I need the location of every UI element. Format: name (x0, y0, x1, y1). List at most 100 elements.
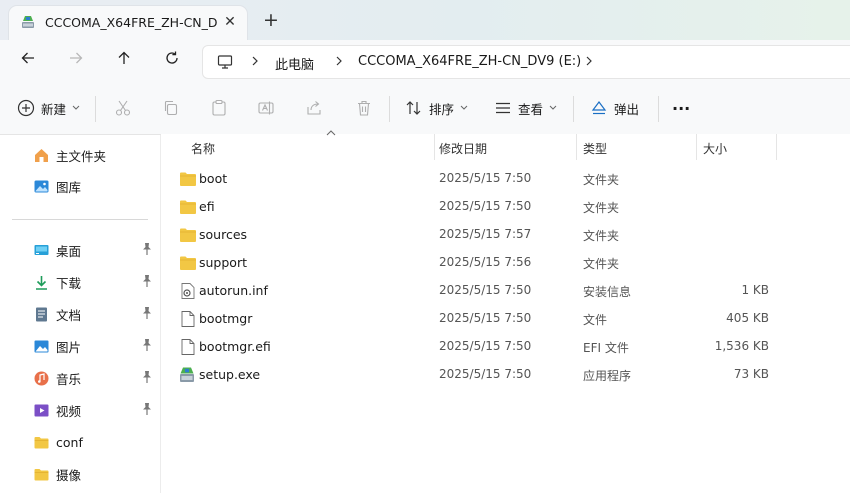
arrow-up-icon (118, 51, 130, 64)
copy-button[interactable] (162, 96, 180, 120)
chevron-right-icon[interactable] (249, 54, 261, 68)
sidebar-item-home[interactable]: 主文件夹 (33, 144, 158, 166)
paste-button[interactable] (210, 96, 228, 120)
home-icon (33, 147, 50, 164)
column-header-type[interactable]: 类型 (577, 134, 695, 160)
pin-icon[interactable] (141, 338, 153, 352)
folder-icon (180, 256, 196, 270)
toolbar-divider (658, 96, 659, 122)
new-button-label: 新建 (41, 101, 67, 117)
trash-icon (358, 100, 370, 116)
column-header-size[interactable]: 大小 (697, 134, 777, 160)
share-icon (307, 101, 321, 115)
chevron-right-icon[interactable] (333, 54, 345, 68)
sidebar-item-label: 下载 (56, 275, 82, 291)
gallery-icon (33, 178, 50, 195)
view-button-label: 查看 (518, 101, 544, 117)
tab-drive[interactable]: CCCOMA_X64FRE_ZH-CN_DV9 ✕ (9, 6, 247, 40)
pin-icon[interactable] (141, 242, 153, 256)
file-size: 1 KB (741, 283, 769, 297)
file-row[interactable]: setup.exe 2025/5/15 7:50 应用程序 73 KB (173, 361, 793, 389)
desktop-icon (33, 242, 50, 259)
sidebar-item-music[interactable]: 音乐 (33, 367, 158, 389)
file-name: bootmgr (199, 311, 253, 326)
breadcrumb-this-pc[interactable]: 此电脑 (275, 54, 314, 73)
file-date: 2025/5/15 7:50 (439, 339, 532, 353)
file-name: boot (199, 171, 228, 186)
sidebar-item-label: 图库 (56, 179, 82, 195)
chevron-right-icon[interactable] (583, 54, 595, 68)
pin-icon[interactable] (141, 306, 153, 320)
sidebar-item-label: 主文件夹 (56, 148, 107, 164)
sidebar-item-documents[interactable]: 文档 (33, 303, 158, 325)
sidebar-item-downloads[interactable]: 下载 (33, 271, 158, 293)
settings-file-icon (181, 283, 195, 299)
delete-button[interactable] (355, 96, 373, 120)
column-divider[interactable] (776, 134, 777, 160)
file-name: sources (199, 227, 248, 242)
sidebar-item-camera[interactable]: 摄像 (33, 463, 158, 485)
folder-icon (180, 228, 196, 242)
eject-button[interactable]: 弹出 (590, 96, 639, 120)
file-row[interactable]: efi 2025/5/15 7:50 文件夹 (173, 193, 793, 221)
sidebar-item-gallery[interactable]: 图库 (33, 175, 158, 197)
up-button[interactable] (112, 50, 136, 72)
new-tab-button[interactable]: + (261, 11, 281, 31)
folder-icon (180, 200, 196, 214)
file-row[interactable]: support 2025/5/15 7:56 文件夹 (173, 249, 793, 277)
sidebar-item-label: 音乐 (56, 371, 82, 387)
download-icon (33, 274, 50, 291)
toolbar-divider (95, 96, 96, 122)
more-options-button[interactable]: ··· (672, 96, 690, 120)
column-header-name[interactable]: 名称 (183, 130, 428, 160)
forward-button[interactable] (64, 50, 88, 72)
sort-button[interactable]: 排序 (405, 96, 468, 120)
sort-ascending-icon (326, 130, 336, 136)
music-icon (33, 370, 50, 387)
column-header-label: 名称 (191, 142, 216, 156)
pin-icon[interactable] (141, 370, 153, 384)
view-button[interactable]: 查看 (494, 96, 557, 120)
eject-button-label: 弹出 (614, 101, 640, 117)
video-icon (33, 402, 50, 419)
file-explorer-window: CCCOMA_X64FRE_ZH-CN_DV9 ✕ + 此电脑 CCCOMA_X… (0, 0, 850, 493)
computer-icon (217, 55, 233, 69)
more-icon: ··· (672, 98, 691, 118)
file-row[interactable]: bootmgr.efi 2025/5/15 7:50 EFI 文件 1,536 … (173, 333, 793, 361)
new-button[interactable]: 新建 (17, 96, 80, 120)
file-name: setup.exe (199, 367, 261, 382)
breadcrumb-drive[interactable]: CCCOMA_X64FRE_ZH-CN_DV9 (E:) (358, 54, 581, 69)
refresh-button[interactable] (160, 50, 184, 72)
file-date: 2025/5/15 7:50 (439, 311, 532, 325)
rename-button[interactable] (257, 96, 275, 120)
file-row[interactable]: sources 2025/5/15 7:57 文件夹 (173, 221, 793, 249)
sort-button-label: 排序 (429, 101, 455, 117)
file-row[interactable]: bootmgr 2025/5/15 7:50 文件 405 KB (173, 305, 793, 333)
pin-icon[interactable] (141, 402, 153, 416)
file-type: 安装信息 (583, 285, 632, 299)
file-row[interactable]: autorun.inf 2025/5/15 7:50 安装信息 1 KB (173, 277, 793, 305)
sidebar-item-pictures[interactable]: 图片 (33, 335, 158, 357)
toolbar-divider (573, 96, 574, 122)
file-date: 2025/5/15 7:56 (439, 255, 532, 269)
navigation-bar: 此电脑 CCCOMA_X64FRE_ZH-CN_DV9 (E:) (0, 40, 850, 82)
tab-close-button[interactable]: ✕ (221, 13, 239, 31)
folder-icon (33, 466, 50, 483)
file-type: 文件夹 (583, 257, 620, 271)
file-name: bootmgr.efi (199, 339, 271, 354)
sidebar-item-desktop[interactable]: 桌面 (33, 239, 158, 261)
cut-button[interactable] (114, 96, 132, 120)
file-row[interactable]: boot 2025/5/15 7:50 文件夹 (173, 165, 793, 193)
file-size: 1,536 KB (714, 339, 769, 353)
back-button[interactable] (16, 50, 40, 72)
address-bar[interactable]: 此电脑 CCCOMA_X64FRE_ZH-CN_DV9 (E:) (202, 45, 850, 79)
sidebar-item-conf[interactable]: conf (33, 431, 158, 453)
arrow-left-icon (21, 52, 34, 64)
folder-icon (33, 434, 50, 451)
pin-icon[interactable] (141, 274, 153, 288)
chevron-down-icon (72, 105, 80, 110)
share-button[interactable] (305, 96, 323, 120)
column-header-date[interactable]: 修改日期 (435, 134, 577, 160)
sidebar-item-videos[interactable]: 视频 (33, 399, 158, 421)
file-date: 2025/5/15 7:50 (439, 199, 532, 213)
